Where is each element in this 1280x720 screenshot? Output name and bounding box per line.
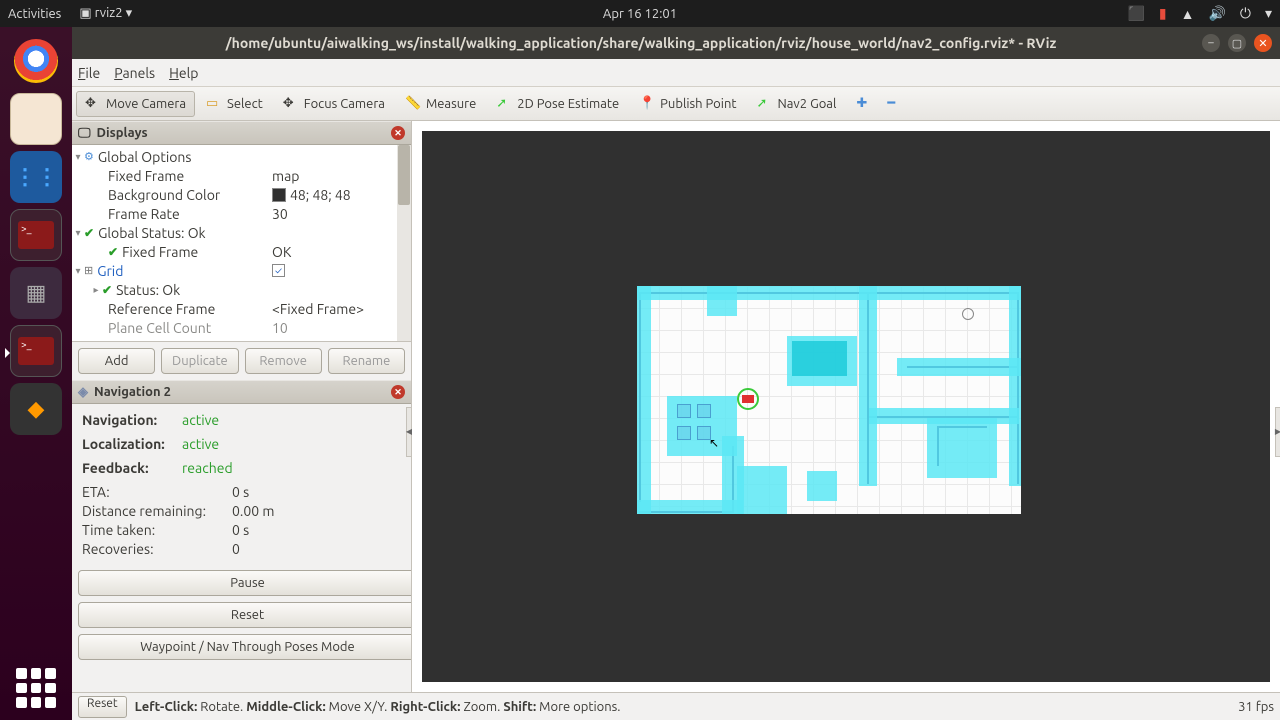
time-label: Time taken:: [82, 522, 232, 541]
tree-scrollbar[interactable]: [397, 145, 411, 341]
tool-move-camera[interactable]: ✥Move Camera: [76, 91, 195, 117]
val-plane-cell[interactable]: 10: [272, 318, 364, 337]
color-swatch: [272, 188, 286, 202]
loc-value: active: [182, 436, 219, 452]
recov-value: 0: [232, 541, 240, 560]
menu-help[interactable]: Help: [169, 65, 198, 81]
cursor-icon: ↖: [709, 436, 719, 450]
val-fixed-frame[interactable]: map: [272, 166, 364, 185]
add-button[interactable]: Add: [78, 348, 155, 374]
diamond-icon: ◈: [78, 385, 88, 400]
screenshot-icon[interactable]: ▦: [10, 267, 62, 319]
toolbar: ✥Move Camera ▭Select ✥Focus Camera 📏Meas…: [72, 87, 1280, 121]
show-apps-icon[interactable]: [16, 668, 56, 708]
system-menu-icon[interactable]: ▾: [1265, 5, 1272, 22]
clock[interactable]: Apr 16 12:01: [603, 7, 677, 21]
arrow-icon: ➚: [496, 96, 512, 112]
rviz-window: /home/ubuntu/aiwalking_ws/install/walkin…: [72, 27, 1280, 720]
nav-label: Navigation:: [82, 412, 182, 428]
displays-tree[interactable]: ▾⚙Global Options Fixed Frame Background …: [72, 145, 411, 341]
monitor-icon: 🖵: [78, 126, 91, 141]
maximize-button[interactable]: ▢: [1228, 34, 1246, 52]
dist-value: 0.00 m: [232, 503, 274, 522]
tool-pose-estimate[interactable]: ➚2D Pose Estimate: [487, 91, 628, 117]
window-titlebar: /home/ubuntu/aiwalking_ws/install/walkin…: [72, 27, 1280, 59]
tool-remove[interactable]: ━: [878, 91, 904, 116]
sublime-icon[interactable]: ◆: [10, 383, 62, 435]
tool-add[interactable]: ✚: [847, 91, 876, 116]
statusbar: Reset Left-Click: Rotate. Middle-Click: …: [72, 692, 1280, 720]
costmap: ↖: [637, 286, 1021, 514]
vscode-icon[interactable]: ⋮⋮: [10, 151, 62, 203]
chrome-icon[interactable]: [10, 35, 62, 87]
close-button[interactable]: ✕: [1254, 34, 1272, 52]
recov-label: Recoveries:: [82, 541, 232, 560]
val-grid-checkbox[interactable]: ✓: [272, 261, 364, 280]
robot-body: [742, 395, 754, 403]
pin-icon: 📍: [639, 96, 655, 112]
screencast-icon[interactable]: ⬛: [1127, 5, 1144, 22]
mouse-hints: Left-Click: Rotate. Middle-Click: Move X…: [135, 700, 621, 714]
move-icon: ✥: [85, 96, 101, 112]
terminal-icon-1[interactable]: [10, 209, 62, 261]
time-value: 0 s: [232, 522, 249, 541]
power-icon[interactable]: ⏻: [1240, 5, 1251, 22]
focus-icon: ✥: [283, 96, 299, 112]
tool-publish-point[interactable]: 📍Publish Point: [630, 91, 745, 117]
displays-panel-header[interactable]: 🖵 Displays ✕: [72, 121, 411, 145]
eta-value: 0 s: [232, 484, 249, 503]
left-panel: 🖵 Displays ✕ ▾⚙Global Options Fixed Fram…: [72, 121, 412, 692]
feedback-label: Feedback:: [82, 460, 182, 476]
nav2-panel: ◈ Navigation 2 ✕ Navigation:active Local…: [72, 380, 411, 692]
nav2-header[interactable]: ◈ Navigation 2 ✕: [72, 380, 411, 404]
val-ref-frame[interactable]: <Fixed Frame>: [272, 299, 364, 318]
eta-label: ETA:: [82, 484, 232, 503]
tool-measure[interactable]: 📏Measure: [396, 91, 485, 117]
pause-button[interactable]: Pause: [78, 570, 411, 596]
duplicate-button[interactable]: Duplicate: [161, 348, 238, 374]
menubar: File Panels Help: [72, 59, 1280, 87]
collapse-left-handle[interactable]: ◀: [406, 407, 412, 457]
close-panel-icon[interactable]: ✕: [391, 385, 405, 399]
app-menu[interactable]: ▣ rviz2 ▾: [79, 6, 132, 21]
volume-icon[interactable]: 🔊: [1208, 5, 1225, 22]
close-panel-icon[interactable]: ✕: [391, 126, 405, 140]
dist-label: Distance remaining:: [82, 503, 232, 522]
waypoint-button[interactable]: Waypoint / Nav Through Poses Mode: [78, 634, 411, 660]
reset-view-button[interactable]: Reset: [78, 696, 127, 718]
tool-nav-goal[interactable]: ➚Nav2 Goal: [747, 91, 845, 117]
viewport-container: ◀: [412, 121, 1280, 692]
3d-view[interactable]: ↖: [422, 131, 1270, 682]
menu-panels[interactable]: Panels: [114, 65, 155, 81]
indicator-icon[interactable]: ▮: [1159, 5, 1167, 22]
files-icon[interactable]: [10, 93, 62, 145]
select-icon: ▭: [206, 96, 222, 112]
ruler-icon: 📏: [405, 96, 421, 112]
rename-button[interactable]: Rename: [328, 348, 405, 374]
val-bg-color[interactable]: 48; 48; 48: [272, 185, 364, 204]
tool-focus-camera[interactable]: ✥Focus Camera: [274, 91, 394, 117]
reset-nav-button[interactable]: Reset: [78, 602, 411, 628]
minimize-button[interactable]: –: [1202, 34, 1220, 52]
fps-counter: 31 fps: [1238, 700, 1274, 714]
val-fixed-frame-2: OK: [272, 242, 364, 261]
tool-select[interactable]: ▭Select: [197, 91, 272, 117]
arrow-icon: ➚: [756, 96, 772, 112]
wifi-icon[interactable]: ▲: [1181, 6, 1195, 22]
launcher-dock: ⋮⋮ ▦ ◆: [0, 27, 72, 720]
loc-label: Localization:: [82, 436, 182, 452]
activities-button[interactable]: Activities: [8, 7, 61, 21]
desktop-topbar: Activities ▣ rviz2 ▾ Apr 16 12:01 ⬛ ▮ ▲ …: [0, 0, 1280, 27]
scan-point: [962, 308, 974, 320]
menu-file[interactable]: File: [78, 65, 100, 81]
nav-value: active: [182, 412, 219, 428]
val-frame-rate[interactable]: 30: [272, 204, 364, 223]
feedback-value: reached: [182, 460, 233, 476]
collapse-right-handle[interactable]: ▶: [1275, 407, 1280, 457]
terminal-icon-2[interactable]: [10, 325, 62, 377]
remove-button[interactable]: Remove: [245, 348, 322, 374]
window-title: /home/ubuntu/aiwalking_ws/install/walkin…: [80, 35, 1202, 51]
